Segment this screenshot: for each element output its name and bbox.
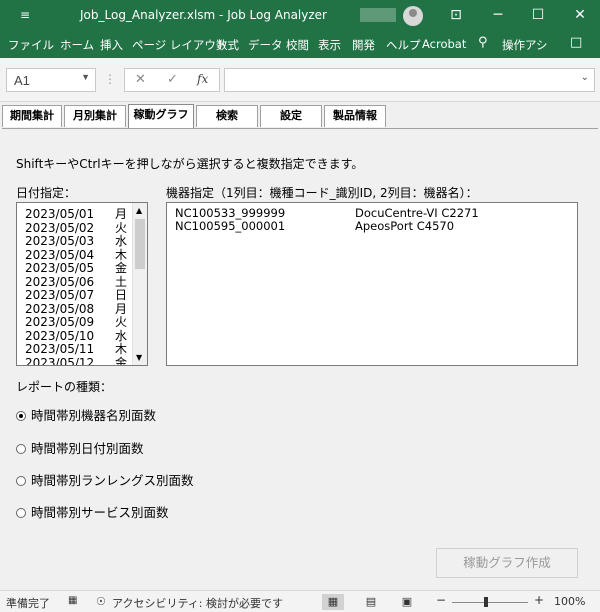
formula-bar: A1 ▼ ⋮ ✕ ✓ fx ⌄ [0, 58, 600, 102]
report-type-label: レポートの種類： [16, 380, 113, 394]
ribbon-tab-file[interactable]: ファイル [8, 37, 54, 53]
radio-report-by-run-length[interactable]: 時間帯別ランレングス別面数 [16, 470, 194, 489]
status-ready: 準備完了 [6, 597, 50, 610]
radio-icon[interactable] [16, 444, 26, 454]
tab-operation-graph[interactable]: 稼動グラフ [128, 104, 194, 129]
radio-selected-icon[interactable] [16, 411, 26, 421]
macro-record-icon[interactable]: ▦ [68, 595, 77, 606]
ribbon-tab-formulas[interactable]: 数式 [216, 37, 239, 53]
tab-product-info[interactable]: 製品情報 [324, 105, 386, 127]
formula-input[interactable]: ⌄ [224, 68, 595, 92]
ribbon-tab-view[interactable]: 表示 [318, 37, 341, 53]
zoom-out-button[interactable]: − [436, 593, 446, 607]
account-avatar[interactable] [403, 6, 423, 26]
ribbon-tab-developer[interactable]: 開発 [352, 37, 375, 53]
insert-function-icon[interactable]: fx [197, 72, 208, 86]
enter-icon[interactable]: ✓ [167, 72, 178, 87]
title-bar: ≡ Job_Log_Analyzer.xlsm - Job Log Analyz… [0, 0, 600, 32]
name-box[interactable]: A1 ▼ [6, 68, 96, 92]
tab-settings[interactable]: 設定 [260, 105, 322, 127]
radio-icon[interactable] [16, 476, 26, 486]
ribbon-tab-acrobat[interactable]: Acrobat [422, 37, 466, 51]
date-scrollbar[interactable]: ▲ ▼ [132, 203, 147, 365]
name-box-value: A1 [14, 73, 30, 88]
window-title: Job_Log_Analyzer.xlsm - Job Log Analyzer [80, 8, 327, 22]
machine-item[interactable]: NC100533_999999 DocuCentre-VI C2271 [175, 206, 479, 220]
machine-label: 機器指定（1列目：機種コード_識別ID, 2列目：機器名）： [166, 186, 478, 200]
zoom-slider-track[interactable] [452, 602, 528, 603]
date-listbox[interactable]: 2023/05/01 月 2023/05/02 火 2023/05/03 水 2023… [16, 202, 148, 366]
scroll-thumb[interactable] [135, 219, 145, 269]
formula-buttons: ✕ ✓ fx [124, 68, 220, 92]
account-name-blurred [360, 8, 396, 22]
minimize-button[interactable]: ─ [478, 0, 518, 32]
radio-icon[interactable] [16, 508, 26, 518]
ribbon-tell-me[interactable]: 操作アシ [502, 37, 548, 53]
accessibility-status[interactable]: アクセシビリティ: 検討が必要です [112, 595, 283, 611]
maximize-button[interactable]: ☐ [518, 0, 558, 32]
date-label: 日付指定： [16, 186, 77, 200]
chevron-down-icon[interactable]: ▼ [81, 72, 90, 82]
machine-item[interactable]: NC100595_000001 ApeosPort C4570 [175, 219, 454, 233]
zoom-slider-thumb[interactable] [484, 597, 488, 607]
tab-monthly-summary[interactable]: 月別集計 [64, 105, 126, 127]
ribbon-tab-page-layout[interactable]: ページ レイアウト [132, 37, 227, 53]
ribbon-tab-help[interactable]: ヘルプ [386, 37, 421, 53]
zoom-level[interactable]: 100% [554, 595, 585, 608]
create-graph-button[interactable]: 稼動グラフ作成 [436, 548, 578, 578]
zoom-in-button[interactable]: + [534, 593, 544, 607]
ribbon-tabs: ファイル ホーム 挿入 ページ レイアウト 数式 データ 校閲 表示 開発 ヘル… [0, 32, 600, 58]
ribbon-display-options-icon[interactable]: ⊡ [436, 0, 476, 32]
radio-report-by-machine[interactable]: 時間帯別機器名別面数 [16, 405, 156, 424]
expand-formula-bar-icon[interactable]: ⌄ [581, 72, 589, 83]
ribbon-tab-data[interactable]: データ [248, 37, 283, 53]
page-layout-view-icon[interactable]: ▤ [360, 594, 382, 610]
accessibility-icon: ☉ [96, 595, 106, 608]
machine-listbox[interactable]: NC100533_999999 DocuCentre-VI C2271 NC100… [166, 202, 578, 366]
close-button[interactable]: ✕ [560, 0, 600, 32]
scroll-down-icon[interactable]: ▼ [136, 353, 142, 362]
form-tab-strip: 期間集計 月別集計 稼動グラフ 検索 設定 製品情報 [2, 104, 600, 129]
date-item[interactable]: 2023/05/12 金 [25, 354, 127, 366]
ribbon-tab-insert[interactable]: 挿入 [100, 37, 123, 53]
tab-search[interactable]: 検索 [196, 105, 258, 127]
cancel-icon[interactable]: ✕ [135, 72, 146, 87]
vertical-dots-icon[interactable]: ⋮ [104, 72, 116, 86]
instruction-text: ShiftキーやCtrlキーを押しながら選択すると複数指定できます。 [16, 157, 364, 171]
ribbon-tab-home[interactable]: ホーム [60, 37, 94, 53]
ribbon-tab-review[interactable]: 校閲 [286, 37, 309, 53]
radio-report-by-service[interactable]: 時間帯別サービス別面数 [16, 502, 169, 521]
normal-view-icon[interactable]: ▦ [322, 594, 344, 610]
page-break-view-icon[interactable]: ▣ [396, 594, 418, 610]
radio-report-by-date[interactable]: 時間帯別日付別面数 [16, 438, 144, 457]
status-bar: 準備完了 ▦ ☉ アクセシビリティ: 検討が必要です ▦ ▤ ▣ − + 100… [0, 590, 600, 612]
scroll-up-icon[interactable]: ▲ [136, 206, 142, 215]
tab-period-summary[interactable]: 期間集計 [2, 105, 62, 127]
comment-icon[interactable]: □ [570, 35, 582, 50]
tab-divider [2, 128, 598, 129]
lightbulb-icon[interactable]: ⚲ [478, 35, 488, 50]
customize-quick-access-icon[interactable]: ≡ [20, 8, 30, 22]
